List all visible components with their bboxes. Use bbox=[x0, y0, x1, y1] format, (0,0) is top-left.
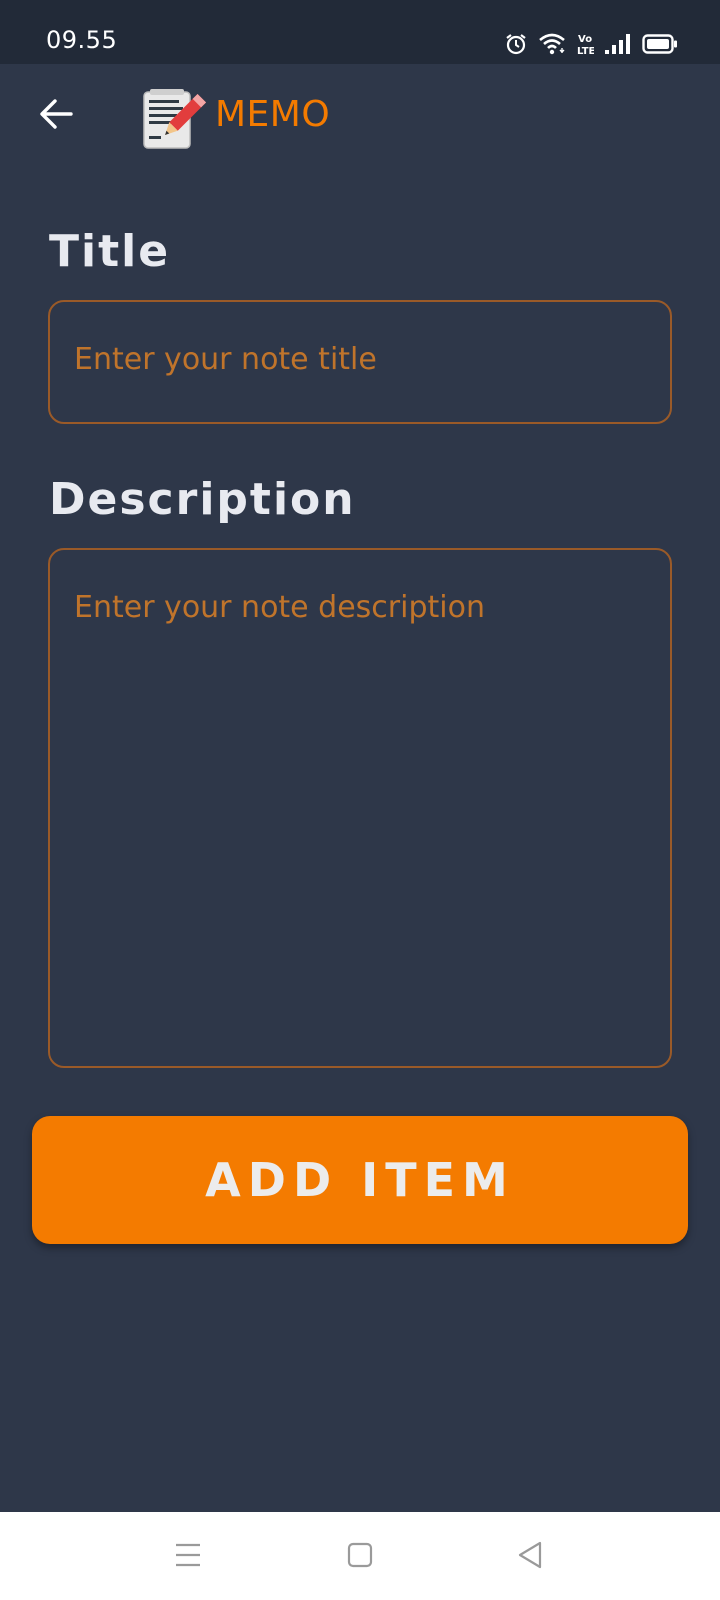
title-label: Title bbox=[49, 226, 171, 277]
system-nav-bar bbox=[0, 1512, 720, 1600]
app-title: MEMO bbox=[215, 94, 331, 135]
signal-icon bbox=[604, 32, 632, 56]
battery-icon bbox=[642, 33, 678, 55]
arrow-left-icon bbox=[38, 98, 74, 134]
status-bar: 09.55 Vo LTE bbox=[0, 0, 720, 64]
title-placeholder: Enter your note title bbox=[74, 342, 377, 377]
home-square-icon bbox=[346, 1541, 374, 1573]
app-bar: MEMO bbox=[0, 64, 720, 174]
svg-text:Vo: Vo bbox=[578, 34, 592, 45]
description-input[interactable]: Enter your note description bbox=[48, 548, 672, 1068]
memo-notepad-pencil-icon bbox=[142, 88, 207, 150]
menu-icon bbox=[174, 1542, 202, 1572]
status-time: 09.55 bbox=[46, 26, 118, 54]
back-button[interactable] bbox=[34, 94, 78, 138]
svg-text:LTE: LTE bbox=[577, 46, 594, 57]
back-triangle-icon bbox=[516, 1540, 544, 1574]
title-input[interactable]: Enter your note title bbox=[48, 300, 672, 424]
app-screen: 09.55 Vo LTE MEMO Title Enter your note … bbox=[0, 0, 720, 1600]
description-label: Description bbox=[49, 474, 356, 525]
nav-home-button[interactable] bbox=[335, 1532, 385, 1582]
nav-back-button[interactable] bbox=[505, 1532, 555, 1582]
add-item-label: ADD ITEM bbox=[205, 1153, 515, 1207]
alarm-icon bbox=[504, 32, 528, 56]
volte-icon: Vo LTE bbox=[576, 31, 594, 57]
status-icons: Vo LTE bbox=[504, 30, 678, 58]
add-item-button[interactable]: ADD ITEM bbox=[32, 1116, 688, 1244]
nav-menu-button[interactable] bbox=[163, 1532, 213, 1582]
description-placeholder: Enter your note description bbox=[74, 590, 485, 625]
wifi-icon bbox=[538, 32, 566, 56]
